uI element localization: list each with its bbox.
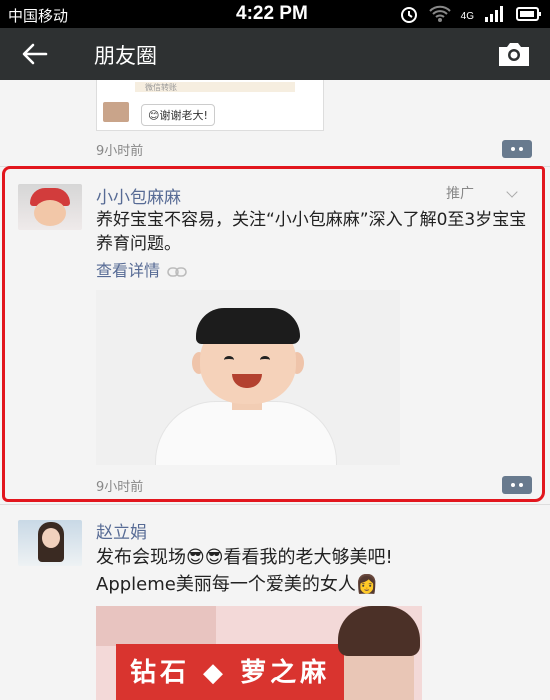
title-bar: 朋友圈 (0, 28, 550, 80)
previous-post-time: 9小时前 (96, 144, 144, 159)
previous-post-reply: 😊谢谢老大! (141, 104, 215, 126)
back-arrow-icon (22, 43, 48, 65)
page-title: 朋友圈 (94, 44, 157, 68)
post-text-line1: 发布会现场😎😎看看我的老大够美吧! (96, 547, 393, 568)
post-avatar[interactable] (18, 520, 82, 566)
commenter-avatar[interactable] (103, 102, 129, 122)
status-bar: 中国移动 4:22 PM 4G (0, 0, 550, 28)
back-button[interactable] (18, 38, 52, 70)
status-time: 4:22 PM (236, 3, 308, 24)
camera-icon (499, 43, 529, 66)
carrier-label: 中国移动 (8, 8, 69, 25)
camera-button[interactable] (496, 39, 532, 69)
signal-icon (484, 5, 506, 28)
comment-button[interactable] (502, 140, 532, 158)
battery-icon (516, 6, 542, 27)
previous-post-card-text: 微信转账 (135, 82, 295, 92)
wifi-icon (428, 5, 451, 28)
post-photo[interactable]: 钻石 ◆ 萝之麻 (96, 606, 422, 700)
post-text: 发布会现场😎😎看看我的老大够美吧! Appleme美丽每一个爱美的女人👩 (96, 544, 536, 598)
network-type-label: 4G (460, 11, 474, 22)
status-icons: 4G (399, 4, 542, 29)
divider (0, 504, 550, 505)
moments-feed[interactable]: 微信转账 😊谢谢老大! 9小时前 小小包麻麻 推广 养好宝宝不容易，关注“小小包… (0, 80, 550, 700)
photo-banner-text: 钻石 ◆ 萝之麻 (130, 658, 331, 688)
alarm-icon (399, 4, 419, 29)
post-text-line2: Appleme美丽每一个爱美的女人👩 (96, 574, 379, 595)
previous-post-card[interactable]: 微信转账 😊谢谢老大! (96, 80, 324, 131)
highlight-outline (2, 166, 545, 502)
post-author-name[interactable]: 赵立娟 (96, 518, 147, 543)
